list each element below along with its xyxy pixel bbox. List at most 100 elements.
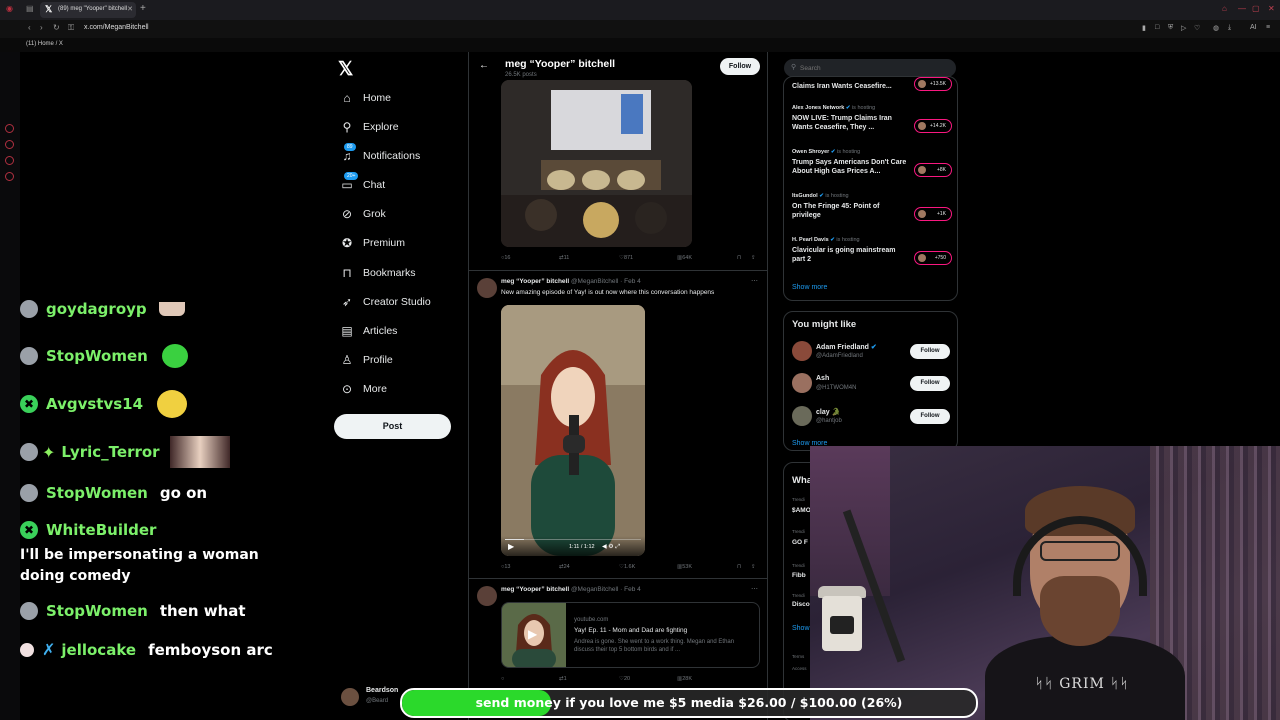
account-name[interactable]: Beardson xyxy=(366,687,398,694)
minimize-icon[interactable]: — xyxy=(1238,4,1246,13)
timeline[interactable]: ← meg “Yooper” bitchell 26.5K posts Foll… xyxy=(468,52,768,720)
follow-button[interactable]: Follow xyxy=(720,58,760,75)
like-button[interactable]: ♡ 20 xyxy=(619,676,630,682)
follow-button[interactable]: Follow xyxy=(910,409,950,424)
user-badge-icon xyxy=(20,443,38,461)
emote-image xyxy=(158,302,185,316)
post-button[interactable]: Post xyxy=(334,414,451,439)
bookmark-home[interactable]: (11) Home / X xyxy=(26,41,63,47)
nav-premium[interactable]: ✪ Premium xyxy=(340,232,405,254)
space-item[interactable]: H. Pearl Davis ✔ is hosting Clavicular i… xyxy=(792,237,952,265)
suggestion-row[interactable]: Ash @H1TWOM4N Follow xyxy=(792,373,952,397)
share-icon[interactable]: ⇪ xyxy=(751,564,756,570)
menu-icon[interactable]: ≡ xyxy=(1266,24,1270,31)
footer-link[interactable]: Terms xyxy=(792,654,804,659)
reply-button[interactable]: ○ 16 xyxy=(501,255,510,261)
like-button[interactable]: ♡ 871 xyxy=(619,255,633,261)
like-button[interactable]: ♡ 1.6K xyxy=(619,564,635,570)
views-button[interactable]: ▥ 53K xyxy=(677,564,692,570)
show-more-link[interactable]: Show xyxy=(792,625,810,632)
nav-bookmarks[interactable]: ⊓ Bookmarks xyxy=(340,262,415,284)
retweet-button[interactable]: ⇄ 11 xyxy=(559,255,569,261)
tweet-video[interactable]: ▶ 1:11 / 1:12 ◀ ⚙ ⤢ xyxy=(501,305,645,556)
extension-icon[interactable]: □ xyxy=(1155,24,1159,31)
reply-button[interactable]: ○ 13 xyxy=(501,564,510,570)
sidebar-app-icon[interactable] xyxy=(5,156,14,165)
ai-button[interactable]: AI xyxy=(1250,24,1257,31)
volume-icon[interactable]: ◀ ⚙ ⤢ xyxy=(602,543,620,551)
nav-creator-studio[interactable]: ➶ Creator Studio xyxy=(340,291,431,313)
tweet-avatar[interactable] xyxy=(477,278,497,298)
follow-button[interactable]: Follow xyxy=(910,376,950,391)
trend-name[interactable]: Fibb xyxy=(792,572,806,579)
new-tab-button[interactable]: + xyxy=(140,3,146,14)
nav-explore[interactable]: ⚲ Explore xyxy=(340,116,399,138)
nav-home[interactable]: ⌂ Home xyxy=(340,87,391,109)
play-icon[interactable]: ▶ xyxy=(528,627,537,641)
trend-name[interactable]: Disco xyxy=(792,601,810,608)
nav-grok[interactable]: ⊘ Grok xyxy=(340,203,386,225)
download-icon[interactable]: ⤓ xyxy=(1228,24,1231,32)
reply-button[interactable]: ○ xyxy=(501,676,504,682)
tweet-author[interactable]: meg “Yooper” bitchell xyxy=(501,278,569,285)
listener-count-value: +13.5K xyxy=(930,81,946,87)
wallet-icon[interactable]: ◍ xyxy=(1213,24,1219,32)
tweet-image[interactable] xyxy=(501,80,692,247)
back-arrow-icon[interactable]: ← xyxy=(479,60,489,71)
suggestion-row[interactable]: clay 🐊 @hantjob Follow xyxy=(792,406,952,430)
back-icon[interactable]: ‹ xyxy=(28,23,31,32)
nav-notifications[interactable]: ♫ 89 Notifications xyxy=(340,143,420,167)
space-item[interactable]: Alex Jones Network ✔ is hosting NOW LIVE… xyxy=(792,105,952,133)
avatar[interactable] xyxy=(792,406,812,426)
trend-name[interactable]: GO F xyxy=(792,539,808,546)
heart-icon[interactable]: ♡ xyxy=(1194,24,1200,32)
more-options-icon[interactable]: ⋯ xyxy=(751,585,758,593)
suggestion-row[interactable]: Adam Friedland ✔ @AdamFriedland Follow xyxy=(792,341,952,365)
nav-chat[interactable]: ▭ 20+ Chat xyxy=(340,172,385,196)
footer-link[interactable]: Access xyxy=(792,666,807,671)
bookmark-icon[interactable]: ⊓ xyxy=(737,564,741,570)
extension-icon[interactable]: ▮ xyxy=(1142,24,1146,32)
search-input[interactable] xyxy=(800,61,950,75)
tab-active[interactable]: 𝕏 (89) meg "Yooper" bitchell ✕ xyxy=(40,2,136,18)
sidebar-app-icon[interactable] xyxy=(5,124,14,133)
views-button[interactable]: ▥ 64K xyxy=(677,255,692,261)
forward-icon[interactable]: › xyxy=(40,23,43,32)
space-item[interactable]: Claims Iran Wants Ceasefire... +13.5K xyxy=(792,77,952,91)
nav-profile[interactable]: ♙ Profile xyxy=(340,349,393,371)
bookmark-icon[interactable]: ⊓ xyxy=(737,255,741,261)
show-more-link[interactable]: Show more xyxy=(792,284,827,291)
tab-list-icon[interactable]: ▤ xyxy=(26,4,34,13)
shield-icon[interactable]: ⛨ xyxy=(1168,24,1173,32)
close-window-icon[interactable]: ✕ xyxy=(1268,4,1275,13)
retweet-button[interactable]: ⇄ 24 xyxy=(559,564,570,570)
nav-more[interactable]: ⊙ More xyxy=(340,378,387,400)
browser-logo-icon[interactable]: ◉ xyxy=(6,4,13,13)
follow-button[interactable]: Follow xyxy=(910,344,950,359)
space-item[interactable]: Owen Shroyer ✔ is hosting Trump Says Ame… xyxy=(792,149,952,177)
space-item[interactable]: ItsGundol ✔ is hosting On The Fringe 45:… xyxy=(792,193,952,221)
play-icon[interactable]: ▶ xyxy=(508,542,514,551)
sidebar-app-icon[interactable] xyxy=(5,140,14,149)
account-avatar[interactable] xyxy=(341,688,359,706)
nav-articles[interactable]: ▤ Articles xyxy=(340,320,397,342)
reload-icon[interactable]: ↻ xyxy=(53,23,60,32)
maximize-icon[interactable]: ▢ xyxy=(1252,4,1260,13)
tweet-author[interactable]: meg “Yooper” bitchell xyxy=(501,586,569,593)
x-logo-icon[interactable]: 𝕏 xyxy=(338,58,353,81)
more-options-icon[interactable]: ⋯ xyxy=(751,277,758,285)
url-field[interactable]: x.com/MeganBitchell xyxy=(84,24,149,31)
views-button[interactable]: ▥ 28K xyxy=(677,676,692,682)
share-icon[interactable]: ⇪ xyxy=(751,255,756,261)
sidebar-app-icon[interactable] xyxy=(5,172,14,181)
trend-name[interactable]: $AMO xyxy=(792,507,811,514)
snapshot-icon[interactable]: ⌂ xyxy=(1222,4,1227,13)
avatar[interactable] xyxy=(792,341,812,361)
avatar[interactable] xyxy=(792,373,812,393)
play-icon[interactable]: ▷ xyxy=(1181,24,1186,32)
search-box[interactable]: ⚲ xyxy=(784,59,956,77)
link-card[interactable]: ▶ youtube.com Yay! Ep. 11 - Mom and Dad … xyxy=(501,602,760,668)
close-icon[interactable]: ✕ xyxy=(127,5,133,13)
retweet-button[interactable]: ⇄ 1 xyxy=(559,676,567,682)
tweet-avatar[interactable] xyxy=(477,586,497,606)
